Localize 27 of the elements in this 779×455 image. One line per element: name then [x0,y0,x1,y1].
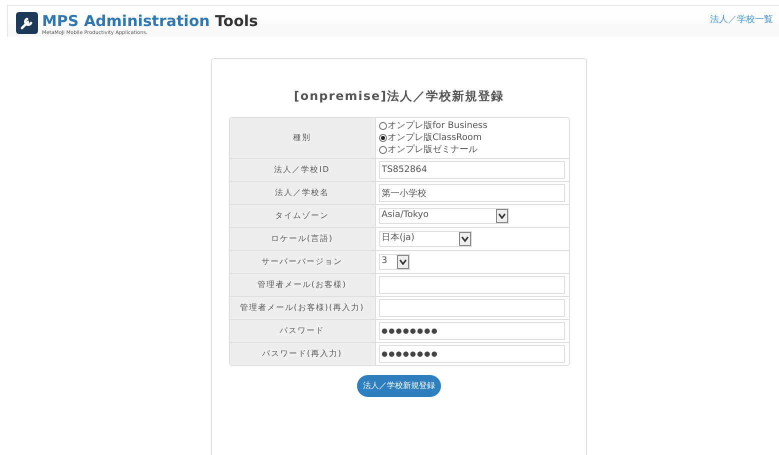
radio-button[interactable] [378,146,386,154]
field-label: タイムゾーン [230,205,376,227]
field-label: 管理者メール(お客様)(再入力) [230,297,376,319]
select-field[interactable]: Asia/Tokyo [378,208,508,224]
field-label: 法人／学校名 [230,182,376,204]
select-field[interactable]: 日本(ja) [378,231,472,247]
field-label: ロケール(言語) [230,228,376,250]
text-field[interactable]: 第一小学校 [378,184,564,202]
text-field[interactable]: TS852864 [378,161,564,179]
select-field[interactable]: 3 [378,254,410,270]
register-button[interactable]: 法人／学校新規登録 [357,375,441,397]
radio-button[interactable] [378,122,386,130]
app-title: MPS Administration Tools [42,12,258,30]
radio-option[interactable]: オンプレ版ClassRoom [378,132,488,144]
field-label: 種別 [230,118,376,158]
field-label: パスワード(再入力) [230,343,376,365]
field-label: 法人／学校ID [230,159,376,181]
wrench-logo-icon [16,12,38,34]
radio-option[interactable]: オンプレ版ゼミナール [378,144,488,156]
form-title: [onpremise]法人／学校新規登録 [294,88,504,105]
text-field[interactable] [378,276,564,294]
field-label: 管理者メール(お客様) [230,274,376,296]
field-label: サーバーバージョン [230,251,376,273]
field-label: パスワード [230,320,376,342]
radio-option[interactable]: オンプレ版for Business [378,120,488,132]
radio-button[interactable] [378,134,386,142]
text-field[interactable] [378,299,564,317]
